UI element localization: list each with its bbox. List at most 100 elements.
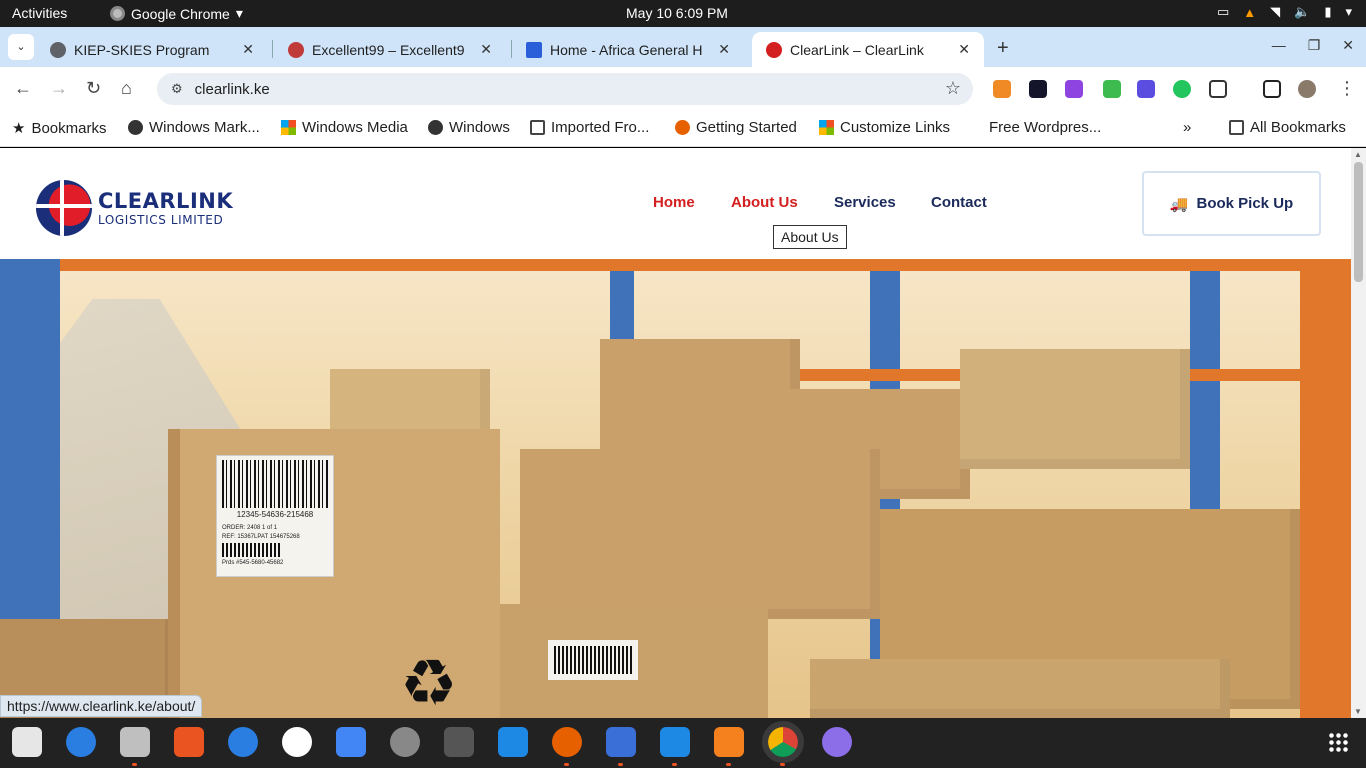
- minimize-icon[interactable]: —: [1272, 37, 1286, 54]
- reload-icon[interactable]: ↻: [86, 78, 101, 99]
- screen-recorder-icon[interactable]: [1137, 80, 1155, 98]
- scroll-thumb[interactable]: [1354, 162, 1363, 282]
- bookmark-star-icon[interactable]: ☆: [945, 78, 961, 99]
- show-apps-icon[interactable]: [1328, 732, 1350, 754]
- bookmark-item[interactable]: ★ Bookmarks: [12, 119, 106, 138]
- bookmark-item[interactable]: Customize Links: [819, 119, 950, 136]
- bookmark-folder[interactable]: Imported Fro...: [530, 119, 649, 136]
- barcode: [548, 640, 638, 680]
- bookmark-item[interactable]: Windows: [428, 119, 510, 136]
- todo-extension-icon[interactable]: [1029, 80, 1047, 98]
- shipping-label: 12345-54636-215468 ORDER: 2408 1 of 1 RE…: [216, 455, 334, 577]
- vscode-icon[interactable]: [498, 727, 528, 757]
- tab-search-button[interactable]: ⌄: [8, 34, 34, 60]
- close-window-icon[interactable]: ✕: [1342, 37, 1354, 54]
- browser-toolbar: ← → ↻ ⌂ ⚙ clearlink.ke ☆ ⋮: [0, 67, 1366, 111]
- tab-clearlink[interactable]: ClearLink – ClearLink ✕: [752, 32, 984, 67]
- tab-title: Excellent99 – Excellent9: [312, 41, 465, 58]
- clock[interactable]: May 10 6:09 PM: [626, 5, 728, 21]
- close-icon[interactable]: ✕: [958, 41, 970, 58]
- translate-icon[interactable]: [336, 727, 366, 757]
- bookmarks-overflow-button[interactable]: »: [1183, 119, 1191, 136]
- help-icon[interactable]: [228, 727, 258, 757]
- tab-excellent99[interactable]: Excellent99 – Excellent9 ✕: [274, 32, 506, 67]
- profile-avatar[interactable]: [1298, 80, 1316, 98]
- thunderbird-icon[interactable]: [66, 727, 96, 757]
- page-scrollbar[interactable]: ▲ ▼: [1351, 148, 1366, 718]
- back-icon[interactable]: ←: [14, 78, 32, 99]
- network-app-icon[interactable]: [822, 727, 852, 757]
- nav-contact[interactable]: Contact: [931, 194, 987, 211]
- side-panel-icon[interactable]: [1263, 80, 1281, 98]
- app-center-icon[interactable]: [174, 727, 204, 757]
- bookmark-item[interactable]: Windows Media: [281, 119, 408, 136]
- box-side: [168, 429, 180, 718]
- shipping-box: 12345-54636-215468 ORDER: 2408 1 of 1 RE…: [168, 429, 500, 718]
- shelf-beam: [60, 259, 1300, 271]
- system-tray[interactable]: ▭ ▲ ◥ 🔈 ▮ ▾: [1217, 4, 1352, 20]
- bookmark-label: Free Wordpres...: [989, 119, 1102, 136]
- settings-icon[interactable]: [390, 727, 420, 757]
- eyedropper-extension-icon[interactable]: [1103, 80, 1121, 98]
- vlc-tray-icon: ▲: [1243, 4, 1257, 20]
- volume-icon: 🔈: [1294, 4, 1311, 19]
- close-icon[interactable]: ✕: [480, 41, 492, 58]
- shipping-box-small: [500, 604, 768, 718]
- background-box: [520, 449, 880, 619]
- tab-strip: ⌄ KIEP-SKIES Program ✕ Excellent99 – Exc…: [0, 27, 1366, 67]
- hero-image: 12345-54636-215468 ORDER: 2408 1 of 1 RE…: [0, 259, 1351, 718]
- forward-icon[interactable]: →: [50, 78, 68, 99]
- restore-icon[interactable]: ❐: [1308, 37, 1321, 54]
- nav-about-us[interactable]: About Us: [731, 194, 798, 211]
- nav-home[interactable]: Home: [653, 194, 695, 211]
- new-tab-button[interactable]: +: [997, 37, 1009, 60]
- power-menu-icon: ▾: [1345, 4, 1352, 19]
- cross-icon: [526, 41, 542, 58]
- tab-title: Home - Africa General H: [550, 41, 703, 58]
- close-icon[interactable]: ✕: [718, 41, 730, 58]
- vlc-icon[interactable]: [714, 727, 744, 766]
- grammar-extension-icon[interactable]: [1173, 80, 1191, 98]
- nav-services[interactable]: Services: [834, 194, 896, 211]
- pen-extension-icon[interactable]: [1065, 80, 1083, 98]
- scroll-up-icon[interactable]: ▲: [1354, 150, 1362, 159]
- home-icon[interactable]: ⌂: [121, 78, 132, 99]
- all-bookmarks-folder[interactable]: All Bookmarks: [1229, 119, 1346, 136]
- inkscape-icon[interactable]: [444, 727, 474, 757]
- app-menu[interactable]: Google Chrome ▾: [110, 5, 243, 22]
- address-bar[interactable]: ⚙ clearlink.ke ☆: [157, 73, 973, 105]
- slack-icon[interactable]: [282, 727, 312, 757]
- barcode: [222, 460, 328, 508]
- bookmark-label: »: [1183, 119, 1192, 136]
- caret-down-icon: ▾: [235, 5, 243, 21]
- bookmark-item[interactable]: Getting Started: [675, 119, 797, 136]
- bookmark-item[interactable]: Free Wordpres...: [989, 119, 1101, 136]
- firefox-icon[interactable]: [552, 727, 582, 766]
- extension-icon-1[interactable]: [993, 80, 1011, 98]
- writer-icon[interactable]: [606, 727, 636, 766]
- clearlink-globe-icon: [36, 180, 92, 236]
- site-info-icon[interactable]: ⚙: [171, 81, 183, 97]
- activities-button[interactable]: Activities: [12, 5, 67, 21]
- globe-icon: [50, 41, 66, 58]
- files-icon[interactable]: [120, 727, 150, 766]
- windows-icon: [281, 120, 296, 135]
- chrome-icon[interactable]: [762, 721, 804, 766]
- site-logo[interactable]: CLEARLINK LOGISTICS LIMITED: [36, 180, 233, 236]
- book-pickup-button[interactable]: 🚚 Book Pick Up: [1142, 171, 1321, 236]
- bookmark-label: Imported Fro...: [551, 119, 650, 136]
- bookmark-label: Windows Media: [302, 119, 408, 136]
- tab-africa-general[interactable]: Home - Africa General H ✕: [512, 32, 744, 67]
- bookmark-item[interactable]: Windows Mark...: [128, 119, 260, 136]
- vscode-icon[interactable]: [660, 727, 690, 766]
- extensions-puzzle-icon[interactable]: [1209, 80, 1227, 98]
- clearlink-icon: [766, 41, 782, 58]
- url-text[interactable]: clearlink.ke: [195, 81, 270, 98]
- scroll-down-icon[interactable]: ▼: [1354, 707, 1362, 716]
- close-icon[interactable]: ✕: [242, 41, 254, 58]
- label-line: ORDER: 2408 1 of 1: [222, 525, 278, 531]
- more-menu-icon[interactable]: ⋮: [1338, 78, 1356, 99]
- software-center-icon[interactable]: [12, 727, 42, 757]
- tab-kiep-skies[interactable]: KIEP-SKIES Program ✕: [36, 32, 268, 67]
- logo-wordmark: CLEARLINK: [98, 189, 234, 213]
